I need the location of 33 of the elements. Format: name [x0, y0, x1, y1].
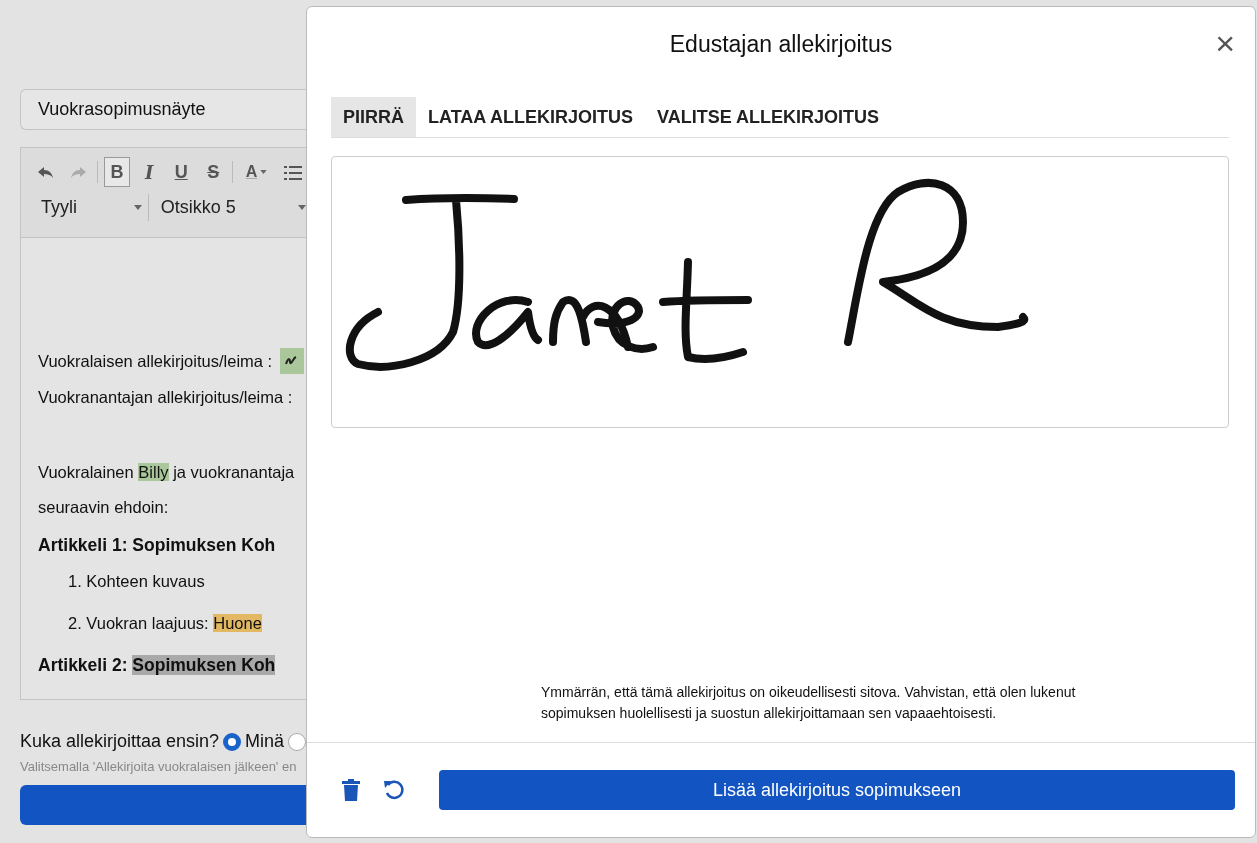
question-label: Kuka allekirjoittaa ensin? [20, 730, 220, 753]
list-item: 2. Vuokran laajuus: Huone [67, 613, 263, 634]
paragraph: Vuokranantajan allekirjoitus/leima : [38, 387, 294, 408]
caret-icon [298, 205, 306, 210]
paragraph: seuraavin ehdoin: [38, 497, 170, 518]
consent-text: Ymmärrän, että tämä allekirjoitus on oikeudellisesti sitova. Vahvistan, että olen lukenut sopimuksen huolellisesti ja suostun allekirjoittamaan sen vapaaehtoisesti. [541, 683, 1077, 723]
text-color-button[interactable]: A [239, 157, 274, 187]
format-button[interactable]: S [200, 157, 227, 187]
section-heading: Artikkeli 1: Sopimuksen Koh [38, 534, 277, 557]
close-button[interactable]: × [1209, 25, 1241, 61]
caret-icon [133, 205, 142, 210]
caret-icon [260, 170, 268, 174]
submit-button[interactable] [20, 784, 306, 825]
paragraph: Vuokralaisen allekirjoitus/leima : [38, 351, 273, 372]
title-field[interactable]: Vuokrasopimusnäyte [20, 89, 306, 130]
radio-label[interactable]: Minä [245, 728, 285, 755]
tab[interactable]: LATAA ALLEKIRJOITUS [416, 97, 645, 137]
format-button[interactable]: U [168, 157, 195, 187]
format-button[interactable]: B [104, 157, 131, 187]
style-dropdown[interactable]: Tyyli [33, 194, 142, 221]
radio-button[interactable] [288, 732, 306, 751]
format-button[interactable]: I [136, 157, 163, 187]
hint-text: Valitsemalla 'Allekirjoita vuokralaisen jälkeen' en [20, 758, 298, 776]
paragraph: Vuokralainen Billy ja vuokranantaja [38, 462, 296, 483]
section-heading: Artikkeli 2: Sopimuksen Koh [38, 654, 277, 677]
signature-thumbnail [280, 348, 305, 374]
tab[interactable]: VALITSE ALLEKIRJOITUS [645, 97, 892, 137]
radio-button[interactable] [223, 732, 242, 751]
tab[interactable]: PIIRRÄ [331, 97, 416, 137]
signature-pad[interactable] [331, 156, 1229, 428]
list-item: 1. Kohteen kuvaus [67, 571, 206, 592]
dialog-title: Edustajan allekirjoitus [669, 30, 893, 59]
add-signature-button[interactable]: Lisää allekirjoitus sopimukseen [439, 770, 1235, 810]
